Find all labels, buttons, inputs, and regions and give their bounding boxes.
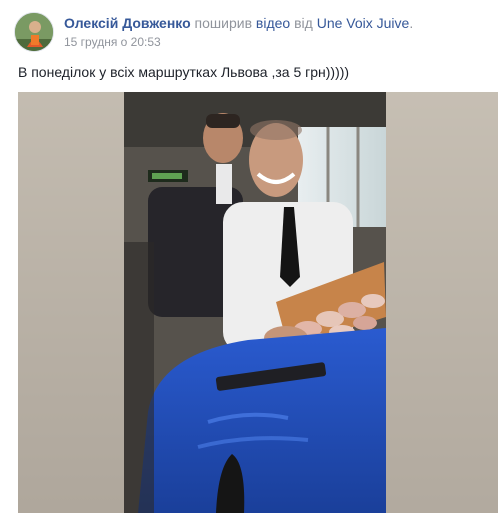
post-header: Олексій Довженко поширив відео від Une V… — [14, 10, 484, 54]
author-name-link[interactable]: Олексій Довженко — [64, 15, 191, 31]
video-link[interactable]: відео — [256, 15, 290, 31]
post-message: В понеділок у всіх маршрутках Львова ,за… — [18, 64, 350, 80]
shared-action-text: поширив — [190, 15, 256, 31]
headline-period: . — [409, 15, 414, 31]
video-player[interactable] — [18, 92, 498, 513]
post-meta: Олексій Довженко поширив відео від Une V… — [64, 14, 484, 50]
page-name-link[interactable]: Une Voix Juive — [317, 15, 410, 31]
avatar-image — [15, 13, 53, 51]
shared-video-post: Олексій Довженко поширив відео від Une V… — [0, 0, 498, 513]
author-avatar[interactable] — [14, 12, 54, 52]
post-headline: Олексій Довженко поширив відео від Une V… — [64, 14, 484, 32]
from-text: від — [290, 15, 317, 31]
video-frame — [18, 92, 498, 513]
post-timestamp[interactable]: 15 грудня о 20:53 — [64, 35, 484, 50]
